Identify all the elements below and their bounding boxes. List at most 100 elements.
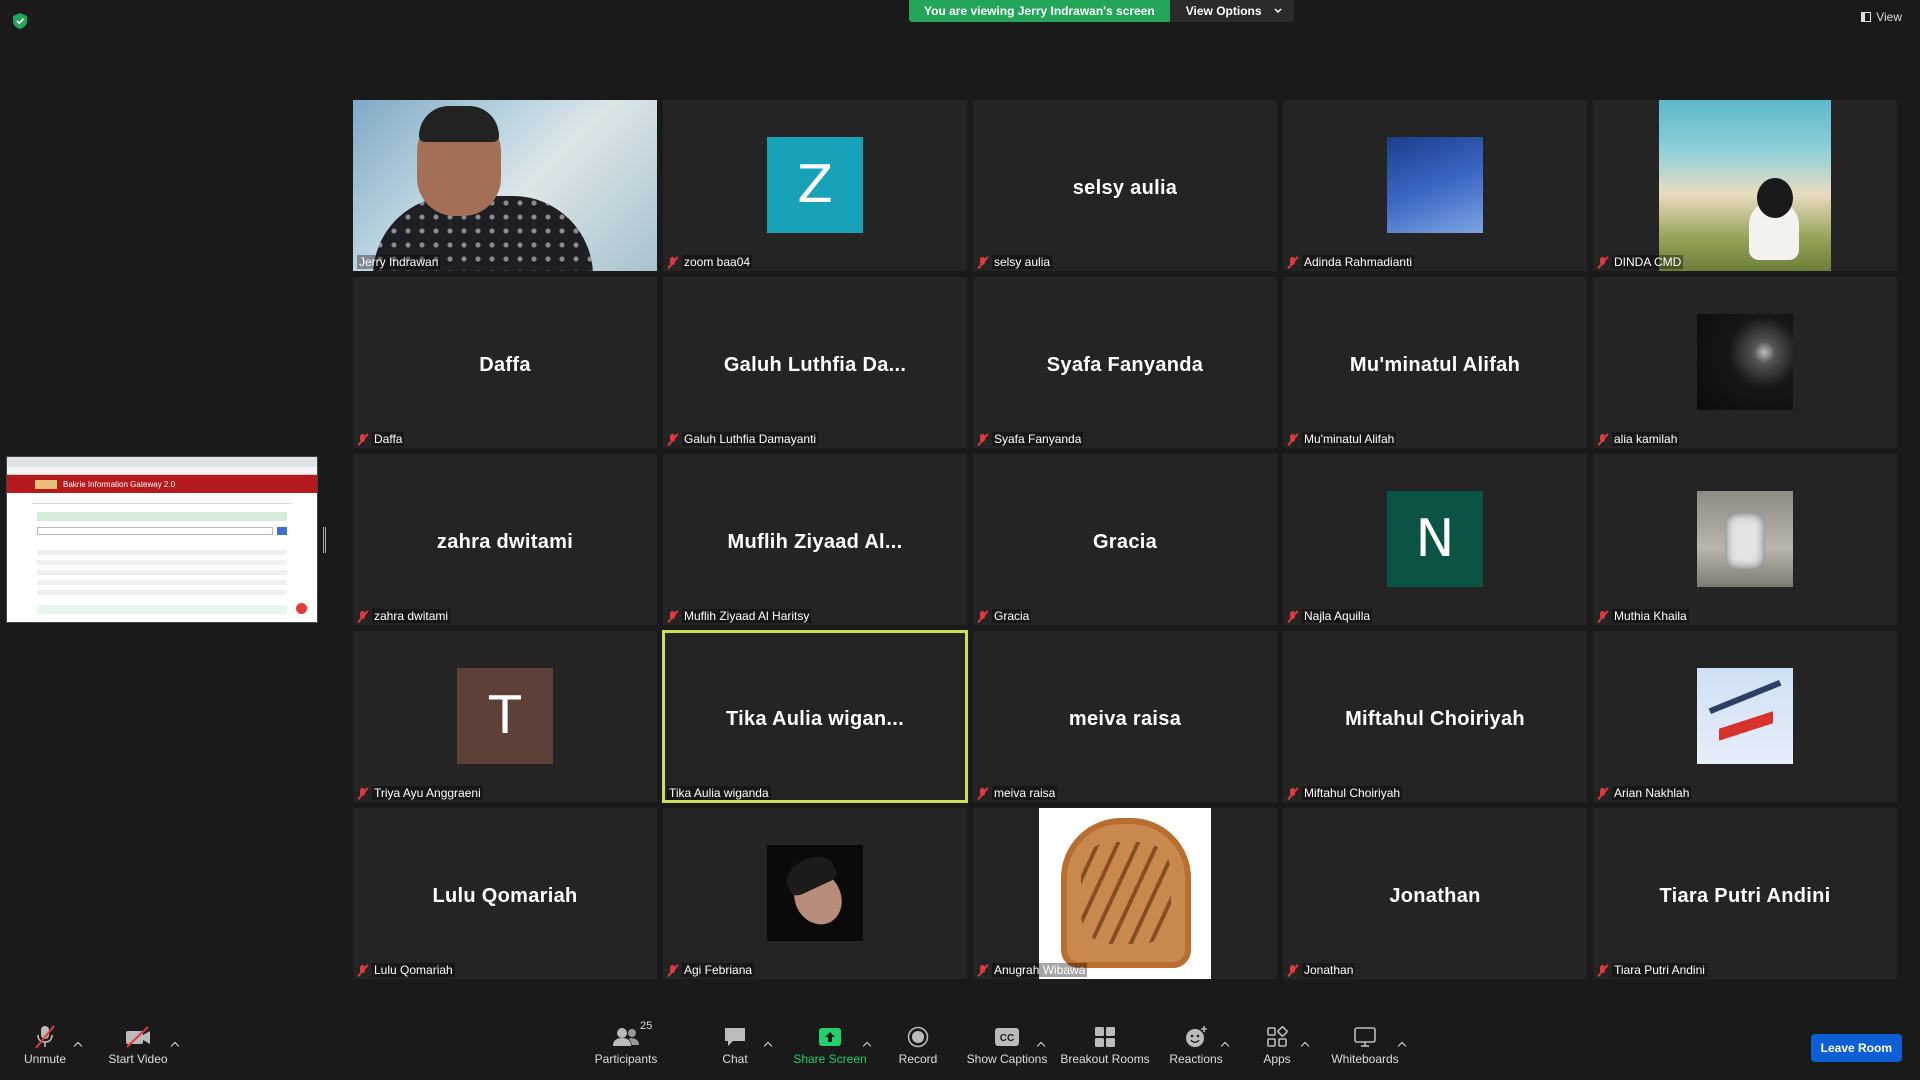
start-video-button[interactable]: Start Video <box>108 1022 168 1066</box>
participant-tile[interactable]: Adinda Rahmadianti <box>1283 100 1587 271</box>
participant-name: Tiara Putri Andini <box>1612 963 1707 977</box>
whiteboard-icon <box>1354 1027 1376 1047</box>
microphone-muted-icon <box>1287 610 1298 623</box>
share-screen-icon <box>819 1028 841 1046</box>
participant-display-name: Tiara Putri Andini <box>1659 885 1831 907</box>
participants-icon <box>613 1028 639 1046</box>
participant-name: Triya Ayu Anggraeni <box>372 786 483 800</box>
participant-tile[interactable]: Galuh Luthfia Da... Galuh Luthfia Damayan… <box>663 277 967 448</box>
participant-tile[interactable]: Daffa Daffa <box>353 277 657 448</box>
shared-app-fab-icon <box>296 603 307 614</box>
participants-count: 25 <box>640 1020 653 1032</box>
participant-name-caption: Triya Ayu Anggraeni <box>357 786 483 800</box>
participant-display-name: Tika Aulia wigan... <box>726 708 904 730</box>
participant-tile[interactable]: Miftahul Choiriyah Miftahul Choiriyah <box>1283 631 1587 802</box>
leave-room-button[interactable]: Leave Room <box>1810 1034 1902 1062</box>
bakrie-logo-icon <box>35 479 57 489</box>
audio-options-caret[interactable] <box>73 1040 83 1050</box>
participant-tile[interactable]: Mu'minatul Alifah Mu'minatul Alifah <box>1283 277 1587 448</box>
participant-name-caption: Syafa Fanyanda <box>977 432 1084 446</box>
chat-options-caret[interactable] <box>763 1040 773 1050</box>
participant-tile[interactable]: T Triya Ayu Anggraeni <box>353 631 657 802</box>
participant-name-caption: zahra dwitami <box>357 609 451 623</box>
participant-name-caption: Muflih Ziyaad Al Haritsy <box>667 609 812 623</box>
participant-display-name: Galuh Luthfia Da... <box>723 354 907 376</box>
participant-profile-picture <box>1697 668 1793 764</box>
participant-avatar-letter: Z <box>767 137 863 233</box>
unmute-label: Unmute <box>23 1052 67 1066</box>
participant-tile[interactable]: zahra dwitami zahra dwitami <box>353 454 657 625</box>
microphone-muted-icon <box>1597 964 1608 977</box>
record-label: Record <box>898 1052 938 1066</box>
apps-options-caret[interactable] <box>1300 1040 1310 1050</box>
participant-profile-picture <box>1697 491 1793 587</box>
participants-button[interactable]: 25 Participants <box>594 1020 658 1066</box>
reactions-label: Reactions <box>1169 1052 1223 1066</box>
participant-display-name: Daffa <box>479 354 531 376</box>
participant-tile[interactable]: DINDA CMD <box>1593 100 1897 271</box>
unmute-button[interactable]: Unmute <box>22 1022 68 1066</box>
participant-tile[interactable]: Jonathan Jonathan <box>1283 808 1587 979</box>
participant-tile[interactable]: Lulu Qomariah Lulu Qomariah <box>353 808 657 979</box>
reactions-button[interactable]: Reactions <box>1169 1022 1223 1066</box>
participant-profile-picture <box>1387 137 1483 233</box>
microphone-muted-icon <box>667 610 678 623</box>
breakout-rooms-icon <box>1095 1027 1115 1047</box>
participant-tile[interactable]: Syafa Fanyanda Syafa Fanyanda <box>973 277 1277 448</box>
encryption-shield-icon[interactable] <box>12 12 28 30</box>
participant-display-name: Syafa Fanyanda <box>1046 354 1204 376</box>
participant-tile[interactable]: Agi Febriana <box>663 808 967 979</box>
participant-gallery: Jerry Indrawan Zzoom baa04 selsy aulia sels… <box>353 100 1897 979</box>
breakout-rooms-label: Breakout Rooms <box>1060 1052 1150 1066</box>
participant-tile[interactable]: meiva raisa meiva raisa <box>973 631 1277 802</box>
microphone-muted-icon <box>1287 256 1298 269</box>
participant-tile[interactable]: Tika Aulia wigan... Tika Aulia wiganda <box>662 630 968 803</box>
participant-tile[interactable]: Muthia Khaila <box>1593 454 1897 625</box>
svg-text:CC: CC <box>1000 1033 1014 1044</box>
participant-name: Syafa Fanyanda <box>992 432 1084 446</box>
share-screen-button[interactable]: Share Screen <box>793 1022 867 1066</box>
participant-tile[interactable]: Tiara Putri Andini Tiara Putri Andini <box>1593 808 1897 979</box>
chat-button[interactable]: Chat <box>720 1022 750 1066</box>
whiteboards-label: Whiteboards <box>1331 1052 1399 1066</box>
participant-name-caption: DINDA CMD <box>1597 255 1684 269</box>
participant-tile[interactable]: Jerry Indrawan <box>353 100 657 271</box>
share-options-caret[interactable] <box>862 1040 872 1050</box>
show-captions-label: Show Captions <box>966 1052 1048 1066</box>
panel-splitter-handle[interactable] <box>323 527 326 553</box>
participant-tile[interactable]: Zzoom baa04 <box>663 100 967 271</box>
microphone-muted-icon <box>1597 433 1608 446</box>
viewing-banner: You are viewing Jerry Indrawan's screen <box>909 0 1170 22</box>
participant-tile[interactable]: Arian Nakhlah <box>1593 631 1897 802</box>
participant-name-caption: Najla Aquilla <box>1287 609 1373 623</box>
participant-name: Gracia <box>992 609 1032 623</box>
participant-name-caption: Tika Aulia wiganda <box>667 786 771 800</box>
browser-tabs <box>7 457 317 467</box>
view-layout-button[interactable]: View <box>1861 10 1902 24</box>
participant-name: Lulu Qomariah <box>372 963 455 977</box>
whiteboards-options-caret[interactable] <box>1397 1040 1407 1050</box>
participant-name: Miftahul Choiriyah <box>1302 786 1403 800</box>
microphone-muted-icon <box>357 610 368 623</box>
record-button[interactable]: Record <box>898 1022 938 1066</box>
start-video-label: Start Video <box>108 1052 168 1066</box>
participant-display-name: Jonathan <box>1389 885 1481 907</box>
participant-name-caption: Gracia <box>977 609 1032 623</box>
apps-button[interactable]: Apps <box>1262 1022 1292 1066</box>
reactions-options-caret[interactable] <box>1220 1040 1230 1050</box>
view-layout-label: View <box>1876 10 1902 24</box>
participant-tile[interactable]: alia kamilah <box>1593 277 1897 448</box>
participant-tile[interactable]: N Najla Aquilla <box>1283 454 1587 625</box>
participant-display-name: zahra dwitami <box>436 531 574 553</box>
participant-tile[interactable]: Gracia Gracia <box>973 454 1277 625</box>
breakout-rooms-button[interactable]: Breakout Rooms <box>1060 1022 1150 1066</box>
view-options-button[interactable]: View Options <box>1169 0 1294 22</box>
participant-tile[interactable]: Anugrah Wibawa <box>973 808 1277 979</box>
participant-tile[interactable]: selsy aulia selsy aulia <box>973 100 1277 271</box>
shared-screen-thumbnail[interactable]: Bakrie Information Gateway 2.0 <box>6 456 318 623</box>
participant-tile[interactable]: Muflih Ziyaad Al... Muflih Ziyaad Al Hari… <box>663 454 967 625</box>
video-options-caret[interactable] <box>170 1040 180 1050</box>
participant-name-caption: meiva raisa <box>977 786 1058 800</box>
captions-options-caret[interactable] <box>1036 1040 1046 1050</box>
whiteboards-button[interactable]: Whiteboards <box>1330 1022 1400 1066</box>
